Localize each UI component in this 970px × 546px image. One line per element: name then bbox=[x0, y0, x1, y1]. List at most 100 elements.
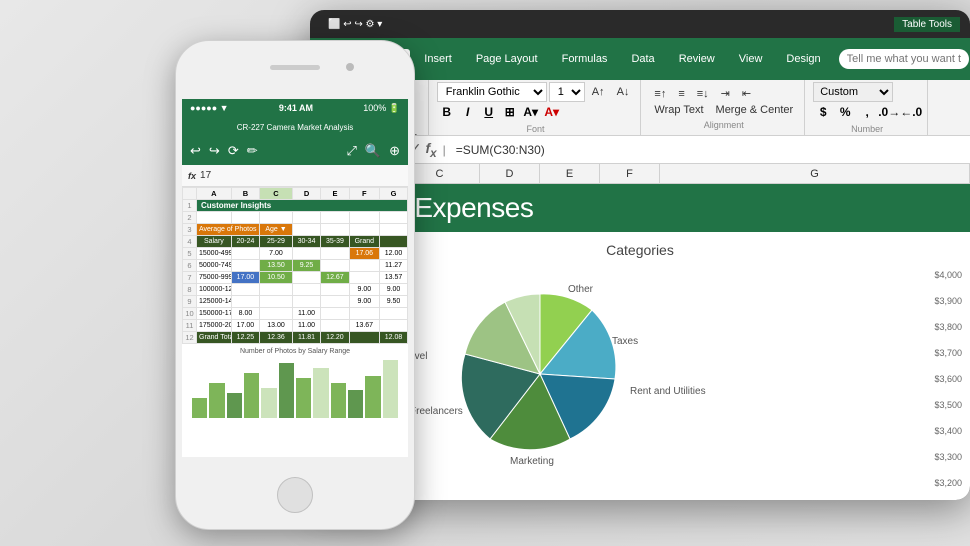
bar-10 bbox=[348, 390, 363, 418]
merge-center-button[interactable]: Merge & Center bbox=[711, 102, 799, 118]
phone-home-button[interactable] bbox=[277, 477, 313, 513]
col-header-g[interactable]: G bbox=[660, 164, 970, 183]
customer-insights-cell[interactable]: Customer Insights bbox=[197, 200, 408, 212]
font-size-selector[interactable]: 10 bbox=[549, 82, 585, 102]
tell-me-input[interactable] bbox=[839, 49, 969, 69]
table-row: 5 15000-49999 7.00 17.06 12.00 bbox=[183, 248, 408, 260]
number-group: Custom $ % , .0→ ←.0 Number bbox=[807, 80, 928, 135]
y-axis-labels: $4,000 $3,900 $3,800 $3,700 $3,600 $3,50… bbox=[934, 262, 962, 496]
bold-button[interactable]: B bbox=[437, 102, 457, 122]
tab-view[interactable]: View bbox=[729, 49, 773, 69]
y-label-9: $3,200 bbox=[934, 470, 962, 496]
decrease-decimal-button[interactable]: ←.0 bbox=[901, 102, 921, 122]
tab-data[interactable]: Data bbox=[621, 49, 664, 69]
table-row: 3 Average of Photos Per Month Age ▼ bbox=[183, 224, 408, 236]
col-d-head[interactable]: D bbox=[292, 188, 320, 200]
table-row: 7 75000-99999 17.00 10.50 12.67 13.57 bbox=[183, 272, 408, 284]
bar-4 bbox=[244, 373, 259, 418]
tab-page-layout[interactable]: Page Layout bbox=[466, 49, 548, 69]
outdent-button[interactable]: ⇤ bbox=[737, 85, 756, 102]
col-f-head[interactable]: F bbox=[349, 188, 379, 200]
phone-camera bbox=[346, 63, 354, 71]
phone-status-bar: ●●●●● ▼ 9:41 AM 100% 🔋 bbox=[182, 99, 408, 117]
phone-ribbon-left: ↩ ↪ ⟳ ✏ bbox=[190, 143, 258, 159]
avg-photos-label[interactable]: Average of Photos Per Month bbox=[197, 224, 260, 236]
redo-icon[interactable]: ↪ bbox=[209, 143, 220, 159]
percent-button[interactable]: % bbox=[835, 102, 855, 122]
search-icon[interactable]: 🔍 bbox=[365, 143, 381, 159]
col-header-e[interactable]: E bbox=[540, 164, 600, 183]
svg-text:Freelancers: Freelancers bbox=[410, 406, 463, 417]
add-sheet-icon[interactable]: ⊕ bbox=[389, 143, 400, 159]
table-row: 9 125000-149999 9.00 9.50 bbox=[183, 296, 408, 308]
font-group: Franklin Gothic 10 A↑ A↓ B I U ⊞ A▾ bbox=[431, 80, 642, 135]
bar-6 bbox=[279, 363, 294, 418]
increase-font-button[interactable]: A↑ bbox=[587, 84, 610, 100]
phone-fx-label: fx bbox=[188, 171, 196, 181]
col-c-head[interactable]: C bbox=[260, 188, 293, 200]
align-left-button[interactable]: ≡↑ bbox=[649, 86, 671, 102]
font-color-button[interactable]: A▾ bbox=[542, 102, 562, 122]
font-selector[interactable]: Franklin Gothic bbox=[437, 82, 547, 102]
bar-5 bbox=[261, 388, 276, 418]
chart-title: Categories bbox=[330, 242, 950, 258]
font-group-label: Font bbox=[527, 124, 545, 134]
expand-icon[interactable]: ⤢ bbox=[347, 143, 357, 159]
col-e-head[interactable]: E bbox=[321, 188, 349, 200]
col-a-head[interactable]: A bbox=[197, 188, 232, 200]
row-num: 1 bbox=[183, 200, 197, 212]
table-row: 2 bbox=[183, 212, 408, 224]
y-label-1: $4,000 bbox=[934, 262, 962, 288]
mini-bar-chart: Number of Photos by Salary Range bbox=[182, 344, 408, 424]
phone-ribbon-right: ⤢ 🔍 ⊕ bbox=[347, 143, 401, 159]
phone-table: A B C D E F G 1 Customer Insights bbox=[182, 187, 408, 344]
number-format-selector[interactable]: Custom bbox=[813, 82, 893, 102]
col-b-head[interactable]: B bbox=[231, 188, 259, 200]
col-header-d[interactable]: D bbox=[480, 164, 540, 183]
wrap-text-button[interactable]: Wrap Text bbox=[649, 102, 708, 118]
italic-button[interactable]: I bbox=[458, 102, 478, 122]
tablet-app-icons: ⬜ ↩ ↪ ⚙ ▾ bbox=[328, 19, 382, 30]
tab-insert[interactable]: Insert bbox=[414, 49, 462, 69]
decrease-font-button[interactable]: A↓ bbox=[612, 84, 635, 100]
underline-button[interactable]: U bbox=[479, 102, 499, 122]
bar-11 bbox=[365, 376, 380, 418]
bar-3 bbox=[227, 393, 242, 418]
tab-design[interactable]: Design bbox=[776, 49, 830, 69]
indent-button[interactable]: ⇥ bbox=[716, 85, 735, 102]
increase-decimal-button[interactable]: .0→ bbox=[879, 102, 899, 122]
function-icon[interactable]: fx bbox=[425, 140, 436, 160]
formula-separator: | bbox=[443, 143, 446, 157]
col-header-f[interactable]: F bbox=[600, 164, 660, 183]
merge-center-label: Merge & Center bbox=[716, 104, 794, 116]
fill-color-button[interactable]: A▾ bbox=[521, 102, 541, 122]
align-center-button[interactable]: ≡ bbox=[673, 86, 689, 102]
formula-input[interactable] bbox=[456, 143, 962, 157]
alignment-group: ≡↑ ≡ ≡↓ ⇥ ⇤ Wrap Text Merge & Center bbox=[643, 80, 805, 135]
tab-review[interactable]: Review bbox=[669, 49, 725, 69]
table-row: 8 100000-124999 9.00 9.00 bbox=[183, 284, 408, 296]
undo-icon[interactable]: ↩ bbox=[190, 143, 201, 159]
align-right-button[interactable]: ≡↓ bbox=[692, 86, 714, 102]
phone-ribbon: ↩ ↪ ⟳ ✏ ⤢ 🔍 ⊕ bbox=[182, 137, 408, 165]
mini-chart-title: Number of Photos by Salary Range bbox=[188, 348, 402, 355]
edit-icon[interactable]: ✏ bbox=[247, 143, 258, 159]
phone-formula-bar: fx 17 bbox=[182, 165, 408, 187]
table-row: 11 175000-200000 17.00 13.00 11.00 13.67 bbox=[183, 320, 408, 332]
svg-text:Rent and Utilities: Rent and Utilities bbox=[630, 386, 706, 397]
refresh-icon[interactable]: ⟳ bbox=[228, 143, 239, 159]
phone-formula-value[interactable]: 17 bbox=[200, 170, 211, 181]
tab-formulas[interactable]: Formulas bbox=[552, 49, 618, 69]
col-g-head[interactable]: G bbox=[380, 188, 408, 200]
carrier-label: ●●●●● ▼ bbox=[190, 103, 229, 113]
border-button[interactable]: ⊞ bbox=[500, 102, 520, 122]
bar-8 bbox=[313, 368, 328, 418]
number-group-label: Number bbox=[851, 124, 883, 134]
alignment-group-label: Alignment bbox=[704, 120, 744, 130]
phone-speaker bbox=[270, 65, 320, 70]
dollar-button[interactable]: $ bbox=[813, 102, 833, 122]
phone-device: ●●●●● ▼ 9:41 AM 100% 🔋 CR-227 Camera Mar… bbox=[175, 40, 415, 530]
comma-button[interactable]: , bbox=[857, 102, 877, 122]
y-label-2: $3,900 bbox=[934, 288, 962, 314]
tablet-titlebar: ⬜ ↩ ↪ ⚙ ▾ Table Tools bbox=[310, 10, 970, 38]
